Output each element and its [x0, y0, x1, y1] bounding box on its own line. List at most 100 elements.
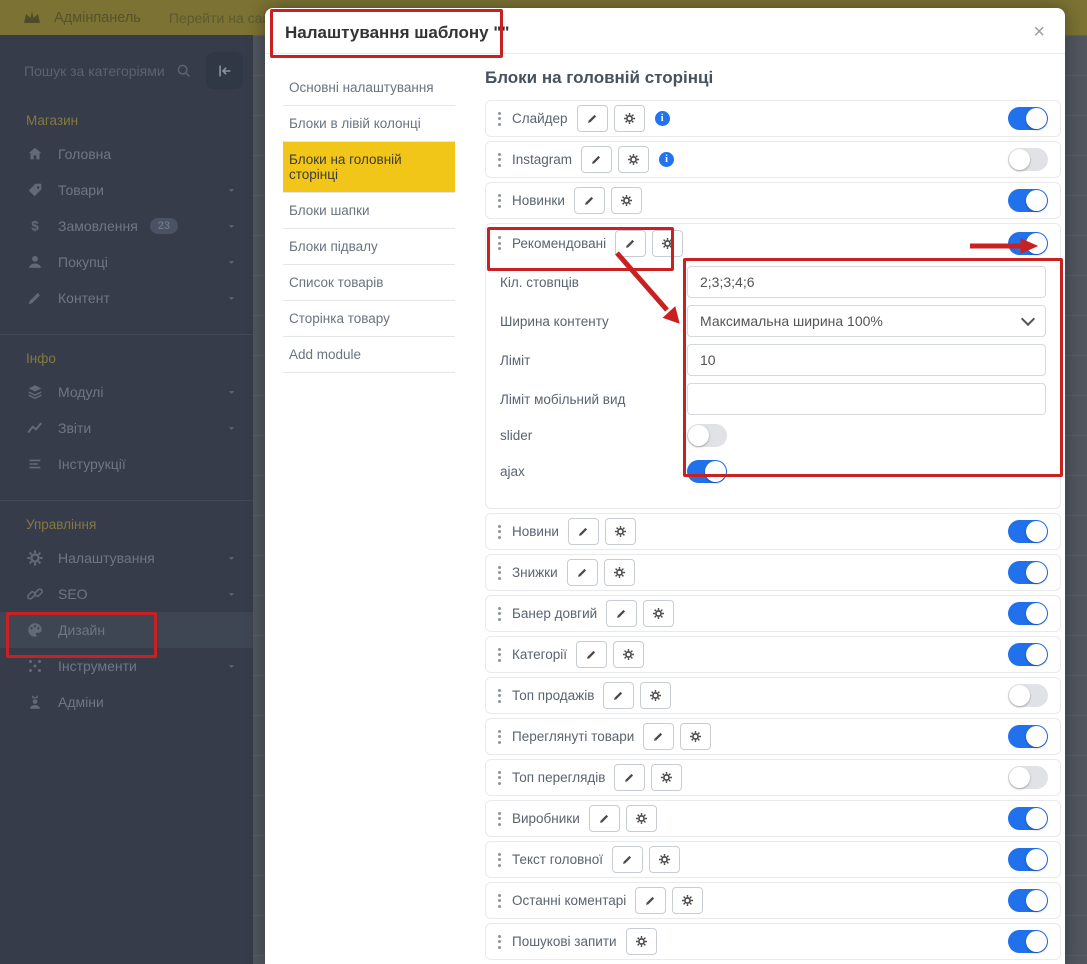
- edit-button[interactable]: [603, 682, 635, 709]
- drag-handle-icon[interactable]: [498, 111, 501, 126]
- drag-handle-icon[interactable]: [498, 565, 501, 580]
- block-toggle[interactable]: [1008, 725, 1048, 748]
- block-toggle[interactable]: [1008, 807, 1048, 830]
- sidebar-item-user[interactable]: Покупці: [0, 244, 253, 280]
- block-toggle[interactable]: [1008, 848, 1048, 871]
- edit-button[interactable]: [567, 518, 599, 545]
- limit-input[interactable]: [687, 344, 1046, 376]
- block-toggle[interactable]: [1008, 930, 1048, 953]
- sidebar-item-tag[interactable]: Товари: [0, 172, 253, 208]
- modal-title: Налаштування шаблону "": [285, 23, 510, 42]
- modal-nav-item[interactable]: Блоки підвалу: [283, 229, 455, 265]
- drag-handle-icon[interactable]: [498, 934, 501, 949]
- sidebar-item-gear[interactable]: Налаштування: [0, 540, 253, 576]
- edit-button[interactable]: [635, 887, 667, 914]
- sidebar-item-list[interactable]: Інстурукції: [0, 446, 253, 482]
- block-toggle[interactable]: [1008, 889, 1048, 912]
- block-toggle[interactable]: [1008, 561, 1048, 584]
- ajax-toggle[interactable]: [687, 459, 727, 483]
- modal-nav-item[interactable]: Сторінка товару: [283, 301, 455, 337]
- sidebar-item-link[interactable]: SEO: [0, 576, 253, 612]
- modal-nav-item[interactable]: Блоки на головній сторінці: [283, 142, 455, 193]
- settings-button[interactable]: [643, 600, 675, 627]
- slider-toggle[interactable]: [687, 423, 727, 447]
- text-input[interactable]: [687, 383, 1046, 415]
- content-width-select[interactable]: Максимальна ширина 100%: [687, 305, 1046, 337]
- info-icon[interactable]: i: [659, 152, 675, 167]
- sidebar-collapse-button[interactable]: [206, 52, 243, 89]
- edit-button[interactable]: [576, 641, 608, 668]
- edit-button[interactable]: [576, 105, 608, 132]
- go-to-site-link[interactable]: Перейти на сайт: [169, 10, 277, 26]
- sidebar-item-home[interactable]: Головна: [0, 136, 253, 172]
- drag-handle-icon[interactable]: [498, 236, 501, 250]
- edit-button[interactable]: [606, 600, 638, 627]
- drag-handle-icon[interactable]: [498, 893, 501, 908]
- block-toggle[interactable]: [1008, 520, 1048, 543]
- settings-button[interactable]: [649, 846, 680, 873]
- close-icon[interactable]: ×: [1033, 22, 1045, 42]
- edit-button[interactable]: [573, 187, 605, 214]
- block-toggle[interactable]: [1008, 643, 1048, 666]
- block-toggle[interactable]: [1008, 148, 1048, 171]
- drag-handle-icon[interactable]: [498, 193, 501, 208]
- gear-icon: [682, 894, 694, 907]
- text-input[interactable]: [687, 266, 1046, 298]
- drag-handle-icon[interactable]: [498, 688, 501, 703]
- edit-button[interactable]: [612, 846, 643, 873]
- pencil-icon: [617, 609, 626, 618]
- sidebar-item-chart[interactable]: Звіти: [0, 410, 253, 446]
- sidebar-item-layers[interactable]: Модулі: [0, 374, 253, 410]
- block-toggle[interactable]: [1008, 189, 1048, 212]
- settings-button[interactable]: [652, 229, 684, 257]
- template-settings-modal: Налаштування шаблону "" × Основні налашт…: [265, 8, 1065, 964]
- drag-handle-icon[interactable]: [498, 606, 501, 621]
- drag-handle-icon[interactable]: [498, 152, 501, 167]
- drag-handle-icon[interactable]: [498, 770, 501, 785]
- sidebar-item-dollar[interactable]: $ Замовлення 23: [0, 208, 253, 244]
- block-toggle[interactable]: [1008, 231, 1048, 255]
- drag-handle-icon[interactable]: [498, 729, 501, 744]
- sidebar-item-pencil[interactable]: Контент: [0, 280, 253, 316]
- sidebar-item-palette[interactable]: Дизайн: [0, 612, 253, 648]
- settings-button[interactable]: [640, 682, 672, 709]
- settings-button[interactable]: [651, 764, 683, 791]
- block-row: Категорії: [485, 636, 1061, 673]
- home-icon: [28, 147, 42, 160]
- block-toggle[interactable]: [1008, 107, 1048, 130]
- modal-nav-item[interactable]: Блоки в лівій колонці: [283, 106, 455, 142]
- edit-button[interactable]: [615, 229, 647, 257]
- settings-button[interactable]: [680, 723, 712, 750]
- settings-button[interactable]: [604, 518, 636, 545]
- drag-handle-icon[interactable]: [498, 852, 501, 867]
- settings-button[interactable]: [603, 559, 635, 586]
- settings-button[interactable]: [613, 641, 645, 668]
- sidebar-item-tools[interactable]: Інструменти: [0, 648, 253, 684]
- drag-handle-icon[interactable]: [498, 647, 501, 662]
- edit-button[interactable]: [614, 764, 646, 791]
- edit-button[interactable]: [588, 805, 620, 832]
- modal-nav-item[interactable]: Основні налаштування: [283, 70, 455, 106]
- edit-button[interactable]: [581, 146, 613, 173]
- sidebar-item-admin[interactable]: Адміни: [0, 684, 253, 720]
- settings-button[interactable]: [625, 928, 657, 955]
- drag-handle-icon[interactable]: [498, 811, 501, 826]
- settings-button[interactable]: [625, 805, 657, 832]
- settings-button[interactable]: [613, 105, 645, 132]
- drag-handle-icon[interactable]: [498, 524, 501, 539]
- edit-button[interactable]: [566, 559, 598, 586]
- modal-nav-item[interactable]: Список товарів: [283, 265, 455, 301]
- settings-button[interactable]: [618, 146, 650, 173]
- modal-nav-item[interactable]: Блоки шапки: [283, 193, 455, 229]
- block-toggle[interactable]: [1008, 602, 1048, 625]
- info-icon[interactable]: i: [654, 111, 670, 126]
- block-toggle[interactable]: [1008, 684, 1048, 707]
- block-toggle[interactable]: [1008, 766, 1048, 789]
- gear-icon: [635, 935, 647, 948]
- edit-button[interactable]: [643, 723, 675, 750]
- settings-button[interactable]: [610, 187, 642, 214]
- modal-nav-item[interactable]: Add module: [283, 337, 455, 373]
- search-input[interactable]: Пошук за категоріями: [10, 62, 206, 79]
- settings-button[interactable]: [672, 887, 704, 914]
- block-label: Новинки: [512, 193, 565, 208]
